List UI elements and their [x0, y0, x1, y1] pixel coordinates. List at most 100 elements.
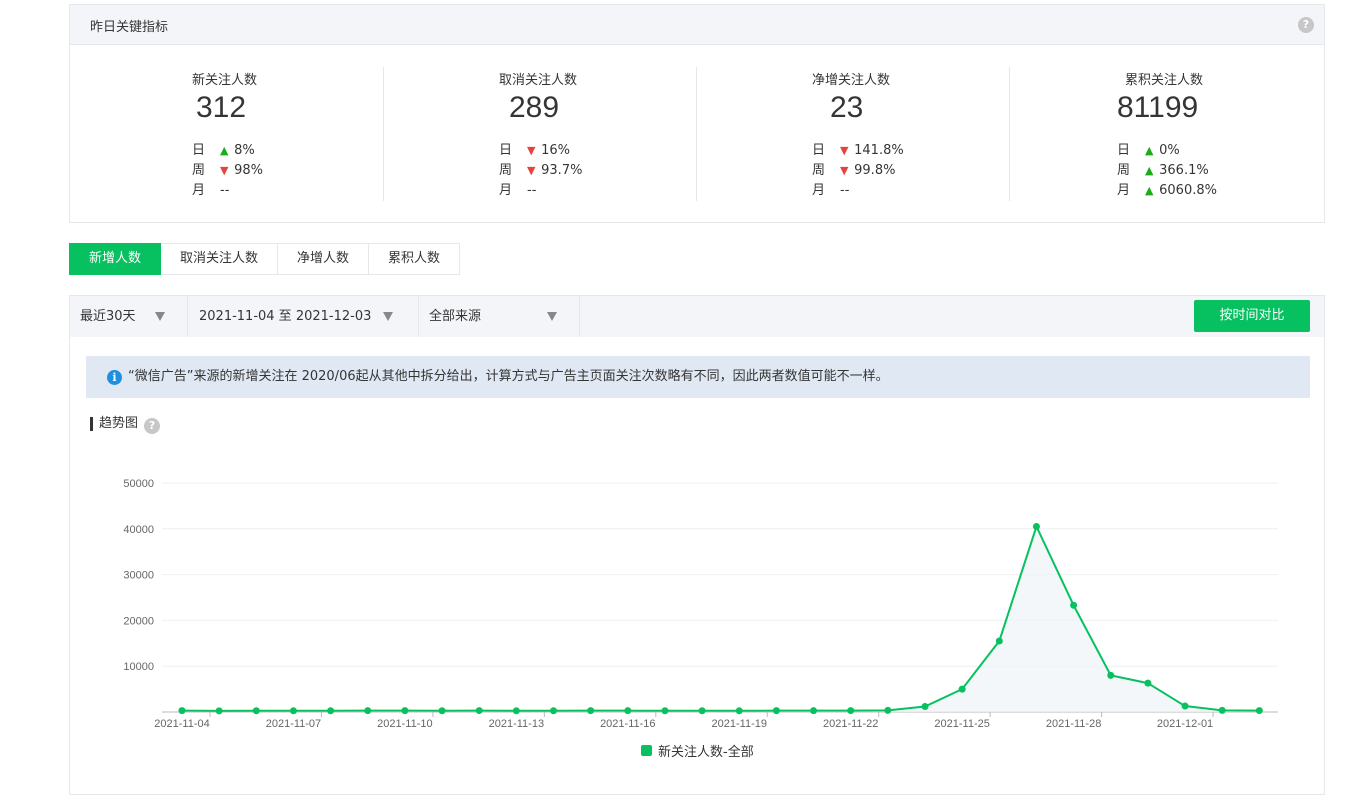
date-range-value: 2021-11-04 至 2021-12-03 — [199, 309, 372, 324]
legend-swatch — [641, 745, 652, 756]
help-icon[interactable]: ? — [1298, 17, 1314, 33]
data-point — [401, 707, 409, 715]
period-label: 日 — [192, 143, 206, 158]
trend-chart: 10000 20000 30000 40000 50000 2021-11-04 2021-… — [123, 478, 1278, 730]
data-point — [1107, 671, 1115, 679]
chart-legend[interactable]: 新关注人数-全部 — [641, 741, 754, 760]
legend-label: 新关注人数-全部 — [658, 745, 754, 760]
metric-change-row: 周 ▲ 366.1% — [1117, 161, 1217, 181]
period-label: 月 — [812, 183, 826, 198]
metric-change-row: 日 ▼ 16% — [499, 141, 582, 161]
data-point — [958, 685, 966, 693]
data-point — [921, 703, 929, 711]
y-tick-label: 40000 — [123, 524, 154, 536]
metric-title: 累积关注人数 — [1125, 73, 1204, 88]
period-label: 月 — [499, 183, 513, 198]
y-tick-label: 10000 — [123, 661, 154, 673]
period-label: 日 — [1117, 143, 1131, 158]
arrow-up-icon: ▲ — [1145, 144, 1154, 157]
metric-divider — [696, 67, 697, 201]
data-point — [512, 707, 520, 715]
metric-change-row: 月 ▲ 6060.8% — [1117, 181, 1217, 201]
source-select[interactable]: 全部来源 — [419, 296, 580, 337]
metric-divider — [383, 67, 384, 201]
trend-title: 趋势图 — [90, 417, 138, 431]
data-point — [847, 707, 855, 715]
change-value: 0% — [1159, 143, 1180, 158]
data-point — [1070, 601, 1078, 609]
arrow-down-icon: ▼ — [527, 164, 536, 177]
series-area — [182, 526, 1260, 712]
change-value: 93.7% — [541, 163, 583, 178]
metric-change-row: 月 -- — [812, 181, 904, 201]
period-label: 月 — [192, 183, 206, 198]
metric-tabs: 新增人数 取消关注人数 净增人数 累积人数 — [69, 243, 461, 275]
arrow-up-icon: ▲ — [1145, 184, 1154, 197]
period-label: 日 — [812, 143, 826, 158]
metric-value: 312 — [196, 91, 247, 124]
period-label: 周 — [1117, 163, 1131, 178]
period-label: 日 — [499, 143, 513, 158]
metric-change-row: 日 ▼ 141.8% — [812, 141, 904, 161]
metrics-row: 新关注人数 312 日 ▲ 8% 周 ▼ 98% 月 -- 取消关注人数 289 日 ▼ 16% 周 ▼ … — [70, 45, 1324, 223]
change-value: 366.1% — [1159, 163, 1209, 178]
period-select-value: 最近30天 — [80, 309, 136, 324]
caret-down-icon — [155, 312, 165, 321]
metric-change-row: 月 -- — [499, 181, 582, 201]
metric-change-row: 周 ▼ 98% — [192, 161, 263, 181]
arrow-down-icon: ▼ — [220, 164, 229, 177]
metric-divider — [1009, 67, 1010, 201]
data-point — [884, 706, 892, 714]
notice-text: “微信广告”来源的新增关注在 2020/06起从其他中拆分给出，计算方式与广告主… — [128, 369, 889, 384]
data-point — [178, 707, 186, 715]
metric-value: 81199 — [1117, 91, 1199, 124]
data-point — [587, 707, 595, 715]
source-select-value: 全部来源 — [429, 309, 482, 324]
filter-bar: 最近30天 2021-11-04 至 2021-12-03 全部来源 按时间对比 — [70, 296, 1324, 337]
x-tick-label: 2021-11-19 — [712, 718, 767, 730]
data-point — [475, 707, 483, 715]
metric-value: 289 — [509, 91, 560, 124]
data-point — [289, 707, 297, 715]
data-point — [1255, 707, 1263, 715]
change-value: -- — [840, 183, 850, 198]
metric-value: 23 — [830, 91, 864, 124]
x-tick-label: 2021-11-22 — [823, 718, 878, 730]
data-point — [438, 707, 446, 715]
data-point — [550, 707, 557, 715]
metric-change-row: 日 ▲ 0% — [1117, 141, 1217, 161]
metric-change-row: 月 -- — [192, 181, 263, 201]
metric-changes: 日 ▲ 0% 周 ▲ 366.1% 月 ▲ 6060.8% — [1117, 141, 1217, 201]
help-icon[interactable]: ? — [144, 418, 160, 434]
data-point — [810, 707, 818, 715]
tab-net[interactable]: 净增人数 — [278, 243, 370, 275]
trend-panel: 最近30天 2021-11-04 至 2021-12-03 全部来源 按时间对比… — [69, 295, 1325, 795]
tab-new[interactable]: 新增人数 — [69, 243, 162, 275]
y-tick-label: 20000 — [123, 615, 154, 627]
data-point — [1218, 706, 1226, 714]
arrow-down-icon: ▼ — [527, 144, 536, 157]
date-range-select[interactable]: 2021-11-04 至 2021-12-03 — [188, 296, 419, 337]
change-value: 98% — [234, 163, 264, 178]
x-tick-label: 2021-11-07 — [266, 718, 321, 730]
change-value: -- — [220, 183, 230, 198]
data-point — [624, 707, 632, 715]
change-value: -- — [527, 183, 537, 198]
data-point — [252, 707, 260, 715]
metric-change-row: 周 ▼ 93.7% — [499, 161, 582, 181]
tab-unfollow[interactable]: 取消关注人数 — [161, 243, 279, 275]
metric-block: 累积关注人数 81199 日 ▲ 0% 周 ▲ 366.1% 月 ▲ 6060.8% — [1009, 45, 1322, 223]
key-metrics-header: 昨日关键指标 ? — [70, 5, 1324, 45]
change-value: 6060.8% — [1159, 183, 1217, 198]
data-point — [215, 707, 223, 715]
notice-bar: i “微信广告”来源的新增关注在 2020/06起从其他中拆分给出，计算方式与广… — [86, 356, 1310, 398]
metric-changes: 日 ▲ 8% 周 ▼ 98% 月 -- — [192, 141, 263, 201]
tab-cumulative[interactable]: 累积人数 — [369, 243, 461, 275]
metric-block: 净增关注人数 23 日 ▼ 141.8% 周 ▼ 99.8% 月 -- — [696, 45, 1009, 223]
arrow-up-icon: ▲ — [1145, 164, 1154, 177]
period-label: 周 — [499, 163, 513, 178]
x-tick-label: 2021-11-28 — [1046, 718, 1101, 730]
compare-by-time-button[interactable]: 按时间对比 — [1194, 300, 1310, 332]
period-select[interactable]: 最近30天 — [70, 296, 188, 337]
metric-changes: 日 ▼ 16% 周 ▼ 93.7% 月 -- — [499, 141, 582, 201]
